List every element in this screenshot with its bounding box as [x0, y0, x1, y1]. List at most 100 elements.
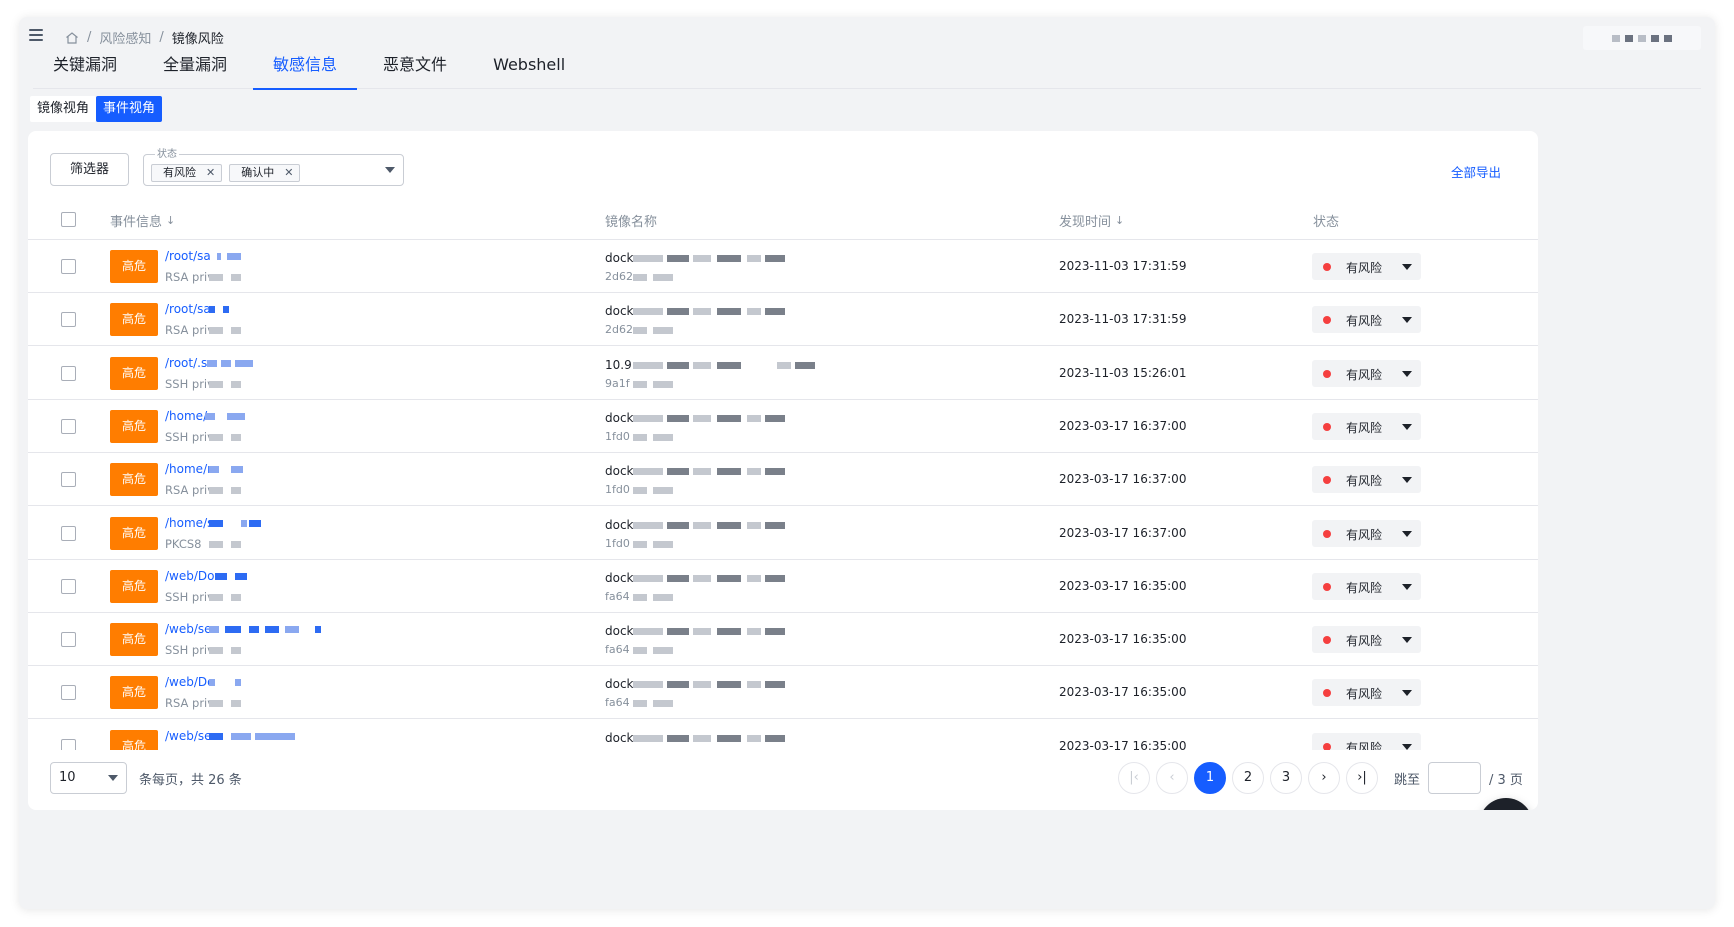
- redacted-text: [209, 274, 223, 281]
- status-select[interactable]: 有风险: [1312, 359, 1421, 387]
- redacted-text: [747, 414, 761, 422]
- redacted-text: [747, 521, 761, 529]
- status-select[interactable]: 有风险: [1312, 466, 1421, 494]
- redacted-text: [765, 521, 785, 529]
- row-checkbox[interactable]: [61, 312, 76, 328]
- row-checkbox[interactable]: [61, 578, 76, 594]
- redacted-text: [285, 626, 299, 634]
- next-page-icon[interactable]: ›: [1308, 762, 1340, 794]
- status-select[interactable]: 有风险: [1312, 519, 1421, 547]
- menu-icon[interactable]: [29, 29, 43, 41]
- jump-page-input[interactable]: [1428, 762, 1482, 794]
- column-status: 状态: [1313, 215, 1340, 230]
- row-checkbox[interactable]: [61, 525, 76, 541]
- image-view-button[interactable]: 镜像视角: [30, 96, 97, 122]
- select-all-checkbox[interactable]: [61, 212, 76, 227]
- close-icon[interactable]: ✕: [284, 165, 293, 181]
- status-dot: [1323, 316, 1331, 325]
- event-path-link[interactable]: /web/Do: [165, 569, 214, 583]
- event-path-link[interactable]: /web/se: [165, 729, 212, 743]
- redacted-text: [653, 274, 673, 281]
- redacted-text: [653, 380, 673, 388]
- status-select[interactable]: 有风险: [1312, 253, 1421, 280]
- breadcrumb-item-risk[interactable]: 风险感知: [99, 28, 151, 47]
- status-filter-select[interactable]: 状态 有风险 ✕ 确认中 ✕: [143, 149, 404, 186]
- redacted-text: [717, 521, 741, 529]
- table-row: 高危/web/se SSH priv dock fa64 2023-03-17 16:3…: [28, 613, 1538, 667]
- breadcrumb-separator: /: [87, 30, 92, 45]
- event-path-link[interactable]: /web/Do: [165, 675, 214, 689]
- sort-down-icon[interactable]: ↓: [1115, 214, 1124, 227]
- status-select[interactable]: 有风险: [1312, 572, 1421, 600]
- status-dot: [1323, 582, 1331, 591]
- redacted-text: [241, 519, 247, 527]
- redacted-text: [795, 361, 815, 369]
- event-path-link[interactable]: /root/sa: [165, 302, 211, 316]
- discovered-time: 2023-11-03 15:26:01: [1059, 365, 1187, 380]
- page-button[interactable]: 2: [1232, 762, 1264, 794]
- tab-malicious-file[interactable]: 恶意文件: [363, 49, 467, 89]
- row-checkbox[interactable]: [61, 472, 76, 488]
- severity-badge: 高危: [110, 676, 158, 710]
- event-path-link[interactable]: /home/r: [165, 462, 212, 476]
- redacted-text: [747, 468, 761, 476]
- row-checkbox[interactable]: [61, 418, 76, 434]
- event-view-button[interactable]: 事件视角: [96, 96, 163, 122]
- redacted-text: [667, 681, 689, 689]
- first-page-icon[interactable]: |‹: [1118, 762, 1150, 794]
- status-select[interactable]: 有风险: [1312, 306, 1421, 334]
- event-type: SSH priv: [165, 589, 214, 604]
- redacted-text: [693, 468, 711, 476]
- event-path-link[interactable]: /home/s: [165, 516, 213, 530]
- tab-webshell[interactable]: Webshell: [473, 49, 585, 89]
- redacted-text: [693, 361, 711, 369]
- status-select[interactable]: 有风险: [1312, 412, 1421, 440]
- row-checkbox[interactable]: [61, 632, 76, 648]
- breadcrumb-item-current: 镜像风险: [171, 32, 224, 47]
- chevron-down-icon: [385, 167, 395, 173]
- image-name: dock: [605, 570, 634, 585]
- redacted-text: [653, 700, 673, 708]
- status-tag: 有风险 ✕: [151, 164, 223, 182]
- redacted-text: [209, 647, 223, 655]
- redacted-text: [667, 468, 689, 476]
- redacted-text: [717, 628, 741, 636]
- last-page-icon[interactable]: ›|: [1346, 762, 1378, 794]
- status-tag: 确认中 ✕: [229, 164, 301, 182]
- redacted-text: [667, 574, 689, 582]
- status-select[interactable]: 有风险: [1312, 732, 1421, 750]
- row-checkbox[interactable]: [61, 259, 76, 274]
- image-id: 9a1f: [605, 376, 630, 390]
- column-time[interactable]: 发现时间 ↓: [1059, 211, 1124, 230]
- close-icon[interactable]: ✕: [206, 165, 215, 181]
- status-select[interactable]: 有风险: [1312, 679, 1421, 707]
- severity-badge: 高危: [110, 516, 158, 550]
- status-filter-label: 状态: [155, 149, 179, 161]
- column-event[interactable]: 事件信息 ↓: [110, 211, 175, 230]
- event-path-link[interactable]: /root/sa: [165, 249, 211, 263]
- document-icon[interactable]: [1479, 798, 1533, 810]
- row-checkbox[interactable]: [61, 738, 76, 750]
- home-icon[interactable]: [65, 31, 79, 45]
- sort-down-icon[interactable]: ↓: [166, 214, 175, 227]
- user-avatar[interactable]: [1583, 26, 1701, 50]
- redacted-text: [633, 468, 663, 476]
- page-button[interactable]: 3: [1270, 762, 1302, 794]
- row-checkbox[interactable]: [61, 365, 76, 381]
- status-select[interactable]: 有风险: [1312, 626, 1421, 654]
- redacted-text: [231, 732, 251, 740]
- tab-sensitive-info[interactable]: 敏感信息: [253, 49, 358, 90]
- filter-button[interactable]: 筛选器: [50, 153, 129, 186]
- redacted-text: [747, 308, 761, 316]
- page-button[interactable]: 1: [1194, 762, 1226, 794]
- redacted-text: [653, 647, 673, 655]
- row-checkbox[interactable]: [61, 685, 76, 701]
- discovered-time: 2023-03-17 16:37:00: [1059, 418, 1187, 433]
- event-path-link[interactable]: /web/se: [165, 622, 212, 636]
- page-size-select[interactable]: 10: [50, 762, 127, 794]
- image-name: dock: [605, 410, 634, 425]
- tab-all-vuln[interactable]: 全量漏洞: [143, 49, 247, 89]
- export-all-link[interactable]: 全部导出: [1451, 162, 1501, 181]
- tab-critical-vuln[interactable]: 关键漏洞: [33, 49, 137, 89]
- prev-page-icon[interactable]: ‹: [1156, 762, 1188, 794]
